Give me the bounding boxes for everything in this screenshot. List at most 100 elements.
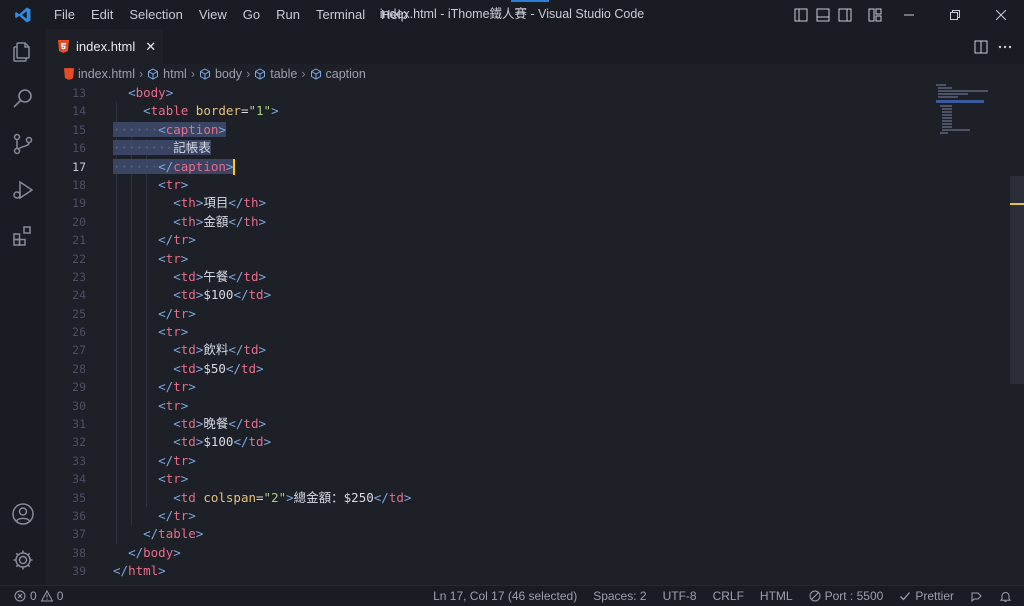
line-number: 27 [72, 343, 86, 358]
menu-file[interactable]: File [46, 0, 83, 29]
line-number: 38 [72, 545, 86, 560]
line-number: 15 [72, 122, 86, 137]
vscode-logo-icon [0, 0, 46, 29]
code-line: <td colspan="2">總金額：$250</td> [173, 489, 412, 505]
toggle-panel-icon[interactable] [812, 0, 834, 29]
code-line: <td>$100</td> [173, 287, 272, 303]
line-number: 26 [72, 325, 86, 340]
menu-go[interactable]: Go [235, 0, 268, 29]
search-icon[interactable] [0, 75, 46, 121]
code-line: <th>項目</th> [173, 195, 267, 211]
language-mode[interactable]: HTML [752, 589, 801, 603]
code-line: </tr> [158, 379, 196, 395]
cursor-position[interactable]: Ln 17, Col 17 (46 selected) [425, 589, 585, 603]
text-cursor [233, 159, 236, 176]
menu-edit[interactable]: Edit [83, 0, 121, 29]
feedback-icon[interactable] [962, 590, 991, 603]
end-of-line[interactable]: CRLF [705, 589, 752, 603]
extensions-icon[interactable] [0, 213, 46, 259]
title-accent [511, 0, 549, 2]
run-debug-icon[interactable] [0, 167, 46, 213]
code-line: <tr> [158, 471, 189, 487]
customize-layout-icon[interactable] [864, 0, 886, 29]
code-line: <td>$50</td> [173, 360, 264, 376]
source-control-icon[interactable] [0, 121, 46, 167]
menu-bar: File Edit Selection View Go Run Terminal… [46, 0, 416, 29]
toggle-primary-sidebar-icon[interactable] [790, 0, 812, 29]
explorer-icon[interactable] [0, 29, 46, 75]
prettier-status[interactable]: Prettier [891, 589, 962, 603]
breadcrumb-caption[interactable]: caption [310, 67, 366, 81]
menu-selection[interactable]: Selection [121, 0, 190, 29]
indentation[interactable]: Spaces: 2 [585, 589, 654, 603]
warning-icon [40, 590, 53, 602]
menu-view[interactable]: View [191, 0, 235, 29]
code-line: <td>$100</td> [173, 434, 272, 450]
split-editor-icon[interactable] [974, 40, 988, 54]
line-number: 18 [72, 177, 86, 192]
line-number: 32 [72, 435, 86, 450]
settings-gear-icon[interactable] [0, 537, 46, 583]
breadcrumb-html[interactable]: html [147, 67, 187, 81]
live-server-port[interactable]: Port : 5500 [801, 589, 892, 603]
minimize-button[interactable] [886, 0, 932, 29]
line-number-gutter: 13 14 15 16 17 18 19 20 21 22 23 24 25 2… [46, 84, 90, 581]
problems-indicator[interactable]: 0 0 [0, 589, 63, 603]
line-number: 14 [72, 104, 86, 119]
html5-file-icon [58, 40, 69, 53]
element-cube-icon [310, 68, 321, 80]
code-editor[interactable]: 13 14 15 16 17 18 19 20 21 22 23 24 25 2… [46, 84, 1024, 585]
minimap[interactable] [936, 84, 1006, 144]
line-number: 34 [72, 472, 86, 487]
line-number: 25 [72, 306, 86, 321]
notifications-bell-icon[interactable] [991, 590, 1024, 603]
close-tab-icon[interactable]: ✕ [145, 39, 156, 55]
line-number: 30 [72, 398, 86, 413]
code-line: <td>飲料</td> [173, 342, 267, 358]
code-line: <body> [128, 85, 174, 100]
close-window-button[interactable] [978, 0, 1024, 29]
tab-label: index.html [76, 39, 136, 54]
encoding[interactable]: UTF-8 [655, 589, 705, 603]
breadcrumb-chevron-icon: › [138, 67, 144, 81]
check-icon [900, 592, 911, 601]
breadcrumb-body[interactable]: body [199, 67, 242, 81]
error-icon [14, 590, 26, 602]
breadcrumb-chevron-icon: › [246, 67, 251, 81]
element-cube-icon [199, 68, 210, 80]
breadcrumb-chevron-icon: › [301, 67, 306, 81]
code-line: <table border="1"> [143, 103, 279, 119]
menu-terminal[interactable]: Terminal [308, 0, 373, 29]
code-line: <tr> [158, 324, 189, 340]
toggle-secondary-sidebar-icon[interactable] [834, 0, 856, 29]
accounts-icon[interactable] [0, 491, 46, 537]
vertical-scrollbar[interactable] [1010, 176, 1024, 384]
tab-index-html[interactable]: index.html ✕ [46, 29, 163, 64]
code-line: </tr> [158, 452, 196, 468]
menu-help[interactable]: Help [373, 0, 416, 29]
line-number: 13 [72, 86, 86, 100]
activity-bar [0, 29, 46, 585]
line-number: 31 [72, 417, 86, 432]
code-line: </tr> [158, 305, 196, 321]
more-actions-icon[interactable] [998, 40, 1012, 54]
code-line: <tr> [158, 176, 189, 192]
breadcrumb-table[interactable]: table [254, 67, 297, 81]
code-line: <tr> [158, 397, 189, 413]
code-line: </body> [128, 544, 181, 560]
scrollbar-cursor-marker [1010, 203, 1024, 205]
line-number: 23 [72, 269, 86, 284]
warning-count: 0 [56, 589, 64, 603]
line-number: 20 [72, 214, 86, 229]
menu-run[interactable]: Run [268, 0, 308, 29]
line-number: 16 [72, 141, 86, 156]
line-number: 28 [72, 361, 86, 376]
breadcrumb-file[interactable]: index.html [64, 67, 135, 81]
code-area[interactable]: <body> <table border="1"> ······<caption… [113, 84, 994, 581]
code-line: ········記帳表 [113, 140, 211, 156]
line-number: 37 [72, 527, 86, 542]
status-bar: 0 0 Ln 17, Col 17 (46 selected) Spaces: … [0, 585, 1024, 606]
line-number: 24 [72, 288, 86, 303]
breadcrumb-chevron-icon: › [190, 67, 195, 81]
restore-button[interactable] [932, 0, 978, 29]
